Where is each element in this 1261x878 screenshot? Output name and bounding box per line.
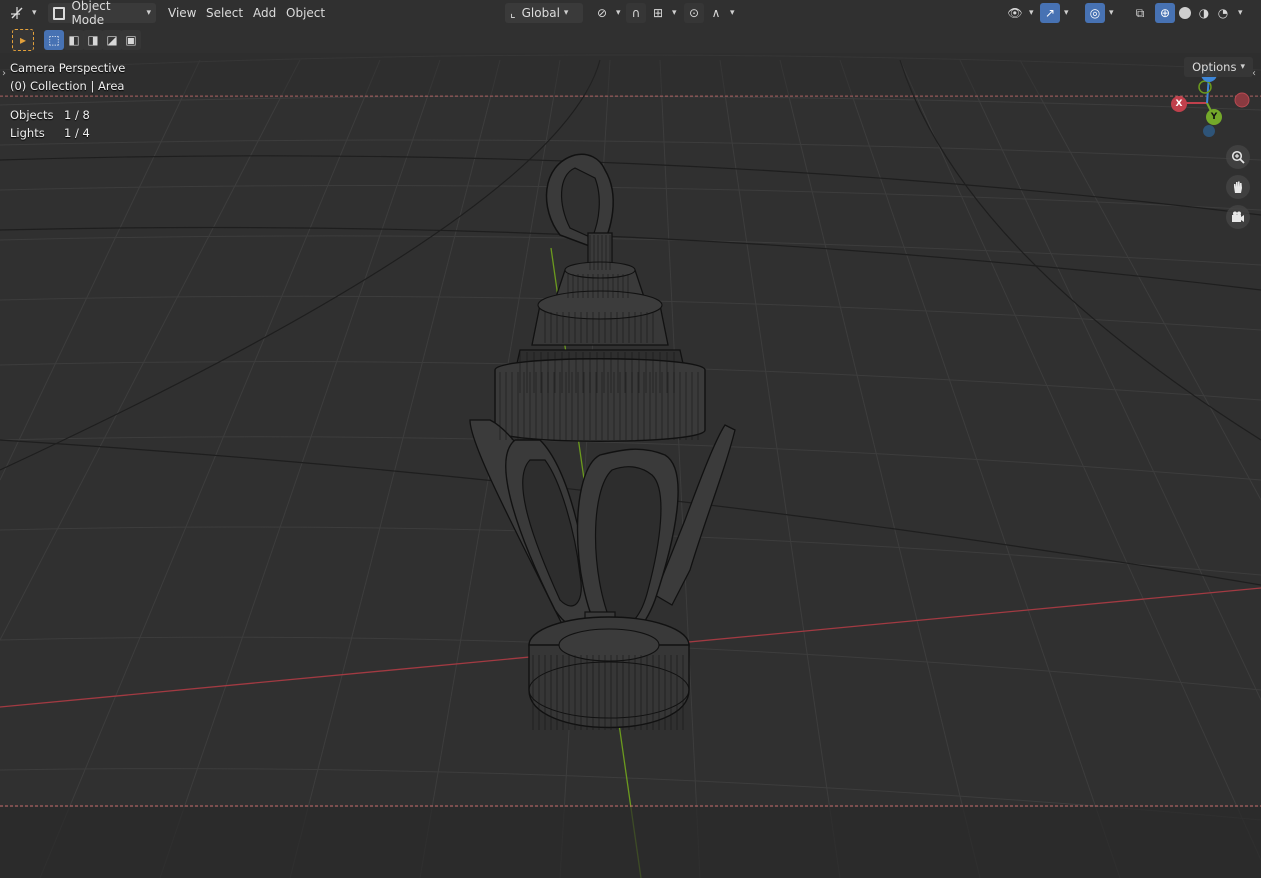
menu-object[interactable]: Object [280, 3, 331, 23]
falloff-curve-icon: ∧ [711, 6, 721, 20]
options-button[interactable]: Options ▾ [1184, 57, 1253, 77]
shading-options-selector[interactable]: ▾ [1234, 3, 1243, 23]
stats-objects-row: Objects 1 / 8 [10, 106, 90, 124]
chevron-down-icon: ▾ [1064, 8, 1069, 18]
menu-select[interactable]: Select [200, 3, 249, 23]
select-extend-icon: ◧ [64, 30, 84, 50]
camera-view-icon[interactable] [1226, 205, 1250, 229]
visibility-selector[interactable]: 👁 ▾ [1005, 3, 1034, 23]
shading-solid-button[interactable] [1175, 3, 1195, 23]
zoom-icon[interactable] [1226, 145, 1250, 169]
mode-selector[interactable]: Object Mode ▾ [48, 0, 156, 27]
camera-passepartout-top [0, 53, 1261, 96]
stats-lights-value: 1 / 4 [64, 126, 90, 140]
select-mode-new[interactable]: ⬚ [44, 30, 64, 50]
viewport-header: ▾ Object Mode ▾ View Select Add Object ⌞… [0, 0, 1261, 27]
overlay-icon: ◎ [1085, 3, 1105, 23]
pivot-icon: ⊘ [596, 6, 608, 20]
active-tool-button[interactable]: ▸ [12, 29, 34, 51]
select-new-icon: ⬚ [44, 30, 64, 50]
material-shading-icon: ◑ [1198, 6, 1210, 20]
gizmo-toggle[interactable]: ↗ ▾ [1040, 3, 1069, 23]
editor-type-button[interactable]: ▾ [8, 3, 37, 23]
chevron-down-icon: ▾ [616, 8, 621, 18]
options-label: Options [1192, 60, 1237, 74]
chevron-down-icon: ▾ [1238, 8, 1243, 18]
object-mode-icon [53, 6, 66, 20]
snap-target-selector[interactable]: ⊞ ▾ [648, 3, 677, 23]
shading-rendered-button[interactable]: ◔ [1213, 3, 1233, 23]
chevron-down-icon: ▾ [563, 8, 569, 18]
select-invert-icon: ◪ [102, 30, 122, 50]
chevron-down-icon: ▾ [730, 8, 735, 18]
stats-lights-label: Lights [10, 126, 45, 140]
proportional-falloff-selector[interactable]: ∧ ▾ [706, 3, 735, 23]
snap-magnet-icon: ∩ [626, 3, 646, 23]
snapping-toggle[interactable]: ∩ [626, 3, 646, 23]
visibility-eye-icon: 👁 [1007, 6, 1023, 20]
tool-settings-bar: ▸ ⬚ ◧ ◨ ◪ ▣ Options ▾ [0, 27, 1261, 77]
menu-view[interactable]: View [162, 3, 202, 23]
collection-label: (0) Collection | Area [10, 79, 125, 93]
select-mode-extend[interactable]: ◧ [64, 30, 84, 50]
select-mode-intersect[interactable]: ▣ [121, 30, 141, 50]
shading-material-button[interactable]: ◑ [1194, 3, 1214, 23]
solid-shading-icon [1175, 3, 1195, 23]
chevron-down-icon: ▾ [32, 8, 37, 18]
wireframe-shading-icon: ⊕ [1155, 3, 1175, 23]
mode-label: Object Mode [71, 0, 111, 27]
proportional-icon: ⊙ [684, 3, 704, 23]
gizmo-icon: ↗ [1040, 3, 1060, 23]
shading-wireframe-button[interactable]: ⊕ [1155, 3, 1175, 23]
transform-orientation-selector[interactable]: ⌞ Global ▾ [505, 3, 583, 23]
stats-objects-value: 1 / 8 [64, 108, 90, 122]
chevron-down-icon: ▾ [1240, 62, 1245, 72]
select-intersect-icon: ▣ [121, 30, 141, 50]
select-subtract-icon: ◨ [83, 30, 103, 50]
pivot-point-selector[interactable]: ⊘ ▾ [592, 3, 621, 23]
gizmo-x-axis[interactable]: X [1171, 96, 1187, 112]
overlay-toggle[interactable]: ◎ ▾ [1085, 3, 1114, 23]
gizmo-y-axis[interactable]: Y [1206, 109, 1222, 125]
select-mode-subtract[interactable]: ◨ [83, 30, 103, 50]
stats-lights-row: Lights 1 / 4 [10, 124, 90, 142]
transform-icon [8, 3, 28, 23]
menu-add[interactable]: Add [247, 3, 282, 23]
chevron-down-icon: ▾ [146, 8, 151, 18]
xray-toggle[interactable]: ⧉ [1130, 3, 1150, 23]
select-mode-invert[interactable]: ◪ [102, 30, 122, 50]
chevron-down-icon: ▾ [672, 8, 677, 18]
chevron-down-icon: ▾ [1109, 8, 1114, 18]
snap-increment-icon: ⊞ [652, 6, 664, 20]
3d-viewport[interactable]: Z X Y ‹ › ▾ Object Mode ▾ View Select Ad… [0, 0, 1261, 878]
stats-objects-label: Objects [10, 108, 54, 122]
proportional-editing-toggle[interactable]: ⊙ [684, 3, 704, 23]
rendered-shading-icon: ◔ [1217, 6, 1229, 20]
pan-hand-icon[interactable] [1226, 175, 1250, 199]
camera-passepartout-bottom [0, 807, 1261, 878]
orientation-axes-icon: ⌞ [510, 6, 516, 20]
cursor-select-icon: ▸ [12, 29, 34, 51]
xray-icon: ⧉ [1135, 5, 1145, 20]
chevron-down-icon: ▾ [1029, 8, 1034, 18]
viewport-canvas[interactable] [0, 0, 1261, 878]
orientation-label: Global [521, 6, 560, 20]
toolbar-toggle[interactable]: › [2, 68, 6, 79]
view-name: Camera Perspective [10, 61, 126, 75]
scene-statistics: Objects 1 / 8 Lights 1 / 4 [10, 106, 90, 142]
